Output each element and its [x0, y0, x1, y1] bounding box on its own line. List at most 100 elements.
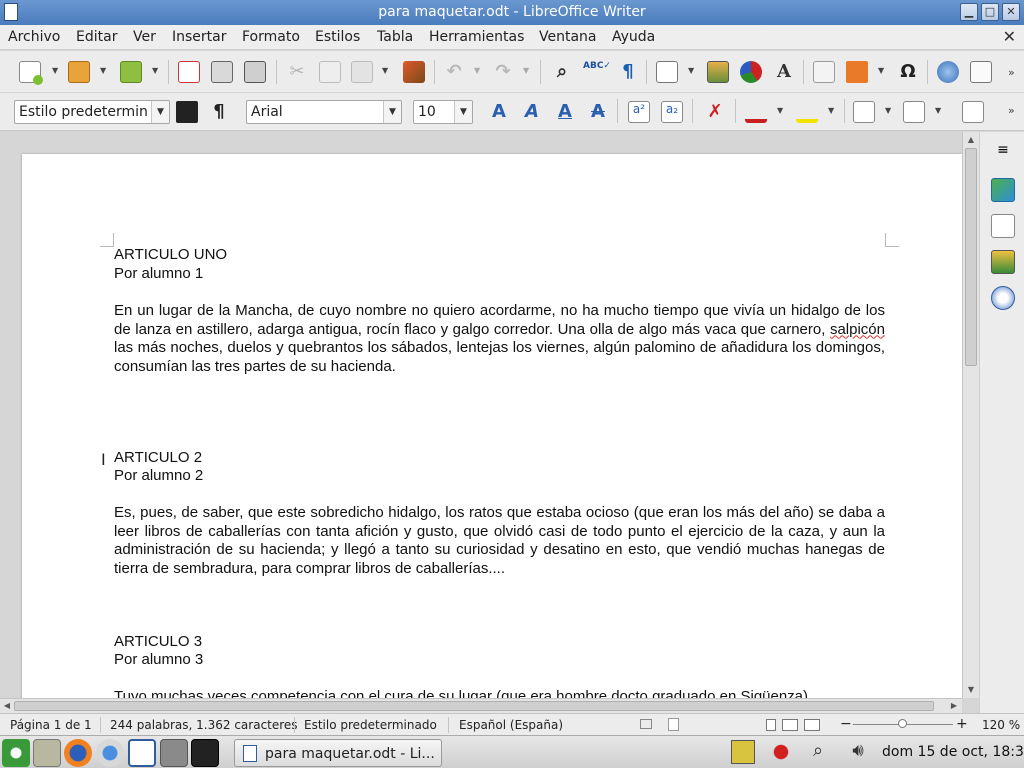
clock[interactable]: dom 15 de oct, 18:32 — [882, 744, 1024, 760]
menu-archivo[interactable]: Archivo — [8, 29, 60, 45]
highlight-dropdown-arrow[interactable]: ▼ — [828, 106, 836, 115]
scroll-up-icon[interactable]: ▲ — [965, 134, 977, 146]
formatting-marks-icon[interactable]: ¶ — [617, 61, 639, 83]
cut-icon[interactable]: ✂ — [286, 61, 308, 83]
bullet-list-icon[interactable] — [853, 101, 875, 123]
gallery-icon[interactable] — [991, 250, 1015, 274]
maximize-button[interactable]: □ — [981, 3, 999, 21]
numbered-list-icon[interactable] — [903, 101, 925, 123]
field-dropdown-arrow[interactable]: ▼ — [878, 66, 886, 75]
selection-mode-icon[interactable] — [640, 719, 652, 729]
italic-icon[interactable]: A — [521, 101, 543, 123]
misspelled-word[interactable]: salpicón — [830, 321, 885, 338]
paste-icon[interactable] — [351, 61, 373, 83]
minimize-button[interactable]: ▁ — [960, 3, 978, 21]
numbered-dropdown-arrow[interactable]: ▼ — [935, 106, 943, 115]
save-dropdown-arrow[interactable]: ▼ — [152, 66, 160, 75]
taskbar-writer-window[interactable]: para maquetar.odt - Li... — [234, 739, 442, 767]
copy-icon[interactable] — [319, 61, 341, 83]
multi-page-view-icon[interactable] — [782, 719, 798, 731]
article-3-heading[interactable]: ARTICULO 3 — [114, 633, 885, 652]
browser-icon[interactable] — [96, 739, 124, 767]
toolbar-overflow-icon[interactable]: » — [1008, 66, 1016, 79]
highlighting-icon[interactable] — [796, 101, 818, 123]
spelling-icon[interactable]: ABC✓ — [583, 61, 611, 83]
navigator-icon[interactable] — [991, 286, 1015, 310]
bullet-dropdown-arrow[interactable]: ▼ — [885, 106, 893, 115]
bold-icon[interactable]: A — [488, 101, 510, 123]
paste-dropdown-arrow[interactable]: ▼ — [382, 66, 390, 75]
open-folder-icon[interactable] — [68, 61, 90, 83]
writer-launcher-icon[interactable] — [128, 739, 156, 767]
word-count[interactable]: 244 palabras, 1.362 caracteres — [110, 718, 298, 732]
article-2-heading[interactable]: ARTICULO 2 — [114, 449, 885, 468]
print-icon[interactable] — [211, 61, 233, 83]
table-dropdown-arrow[interactable]: ▼ — [688, 66, 696, 75]
chevron-down-icon[interactable]: ▼ — [454, 101, 472, 123]
file-manager-icon[interactable] — [33, 739, 61, 767]
menu-insertar[interactable]: Insertar — [172, 29, 227, 45]
clear-formatting-icon[interactable]: ✗ — [704, 101, 726, 123]
article-2-author[interactable]: Por alumno 2 — [114, 467, 885, 486]
close-window-button[interactable]: ✕ — [1002, 3, 1020, 21]
font-color-dropdown-arrow[interactable]: ▼ — [777, 106, 785, 115]
chevron-down-icon[interactable]: ▼ — [383, 101, 401, 123]
footnote-icon[interactable] — [970, 61, 992, 83]
clone-formatting-icon[interactable] — [403, 61, 425, 83]
article-1-author[interactable]: Por alumno 1 — [114, 265, 885, 284]
new-style-icon[interactable]: ¶ — [208, 101, 230, 123]
article-2-body[interactable]: Es, pues, de saber, que este sobredicho … — [114, 504, 885, 578]
save-icon[interactable] — [120, 61, 142, 83]
book-view-icon[interactable] — [804, 719, 820, 731]
open-dropdown-arrow[interactable]: ▼ — [100, 66, 108, 75]
zoom-out-icon[interactable]: − — [840, 716, 852, 732]
font-size-combo[interactable]: 10 ▼ — [413, 100, 473, 124]
scroll-right-icon[interactable]: ▶ — [948, 700, 960, 712]
scroll-left-icon[interactable]: ◀ — [1, 700, 13, 712]
vertical-scroll-thumb[interactable] — [965, 148, 977, 366]
menu-ayuda[interactable]: Ayuda — [612, 29, 655, 45]
language[interactable]: Español (España) — [459, 718, 563, 732]
insert-table-icon[interactable] — [656, 61, 678, 83]
align-left-icon[interactable] — [962, 101, 984, 123]
document-modified-icon[interactable] — [668, 718, 679, 731]
screen-search-icon[interactable]: ⌕ — [806, 740, 830, 764]
undo-dropdown-arrow[interactable]: ▼ — [474, 66, 482, 75]
zoom-level[interactable]: 120 % — [982, 718, 1020, 732]
update-style-icon[interactable] — [176, 101, 198, 123]
scroll-down-icon[interactable]: ▼ — [965, 684, 977, 696]
print-preview-icon[interactable] — [244, 61, 266, 83]
insert-field-icon[interactable] — [846, 61, 868, 83]
strikethrough-icon[interactable]: A — [587, 101, 609, 123]
article-3-author[interactable]: Por alumno 3 — [114, 651, 885, 670]
find-replace-icon[interactable]: ⌕ — [551, 61, 573, 83]
screenshot-icon[interactable] — [160, 739, 188, 767]
close-document-icon[interactable]: ✕ — [1003, 27, 1016, 46]
horizontal-scroll-thumb[interactable] — [14, 701, 934, 711]
superscript-icon[interactable]: a² — [628, 101, 650, 123]
menu-ventana[interactable]: Ventana — [539, 29, 597, 45]
terminal-icon[interactable] — [191, 739, 219, 767]
horizontal-scrollbar[interactable]: ◀ ▶ — [0, 698, 962, 713]
properties-icon[interactable] — [991, 178, 1015, 202]
page-count[interactable]: Página 1 de 1 — [10, 718, 92, 732]
menu-estilos[interactable]: Estilos — [315, 29, 360, 45]
font-color-icon[interactable] — [745, 101, 767, 123]
special-character-icon[interactable]: Ω — [897, 61, 919, 83]
sidebar-menu-icon[interactable]: ≡ — [991, 142, 1015, 166]
volume-icon[interactable]: 🔊︎ — [846, 740, 870, 764]
display-monitor-icon[interactable] — [731, 740, 755, 764]
menu-formato[interactable]: Formato — [242, 29, 300, 45]
article-1-body[interactable]: En un lugar de la Mancha, de cuyo nombre… — [114, 302, 885, 376]
styles-icon[interactable] — [991, 214, 1015, 238]
page-break-icon[interactable] — [813, 61, 835, 83]
record-icon[interactable] — [769, 740, 793, 764]
menu-herramientas[interactable]: Herramientas — [429, 29, 524, 45]
zoom-in-icon[interactable]: + — [956, 716, 968, 732]
redo-icon[interactable]: ↷ — [492, 61, 514, 83]
menu-ver[interactable]: Ver — [133, 29, 156, 45]
firefox-icon[interactable] — [64, 739, 92, 767]
vertical-scrollbar[interactable]: ▲ ▼ — [962, 132, 979, 698]
article-3-body[interactable]: Tuvo muchas veces competencia con el cur… — [114, 688, 885, 698]
redo-dropdown-arrow[interactable]: ▼ — [523, 66, 531, 75]
